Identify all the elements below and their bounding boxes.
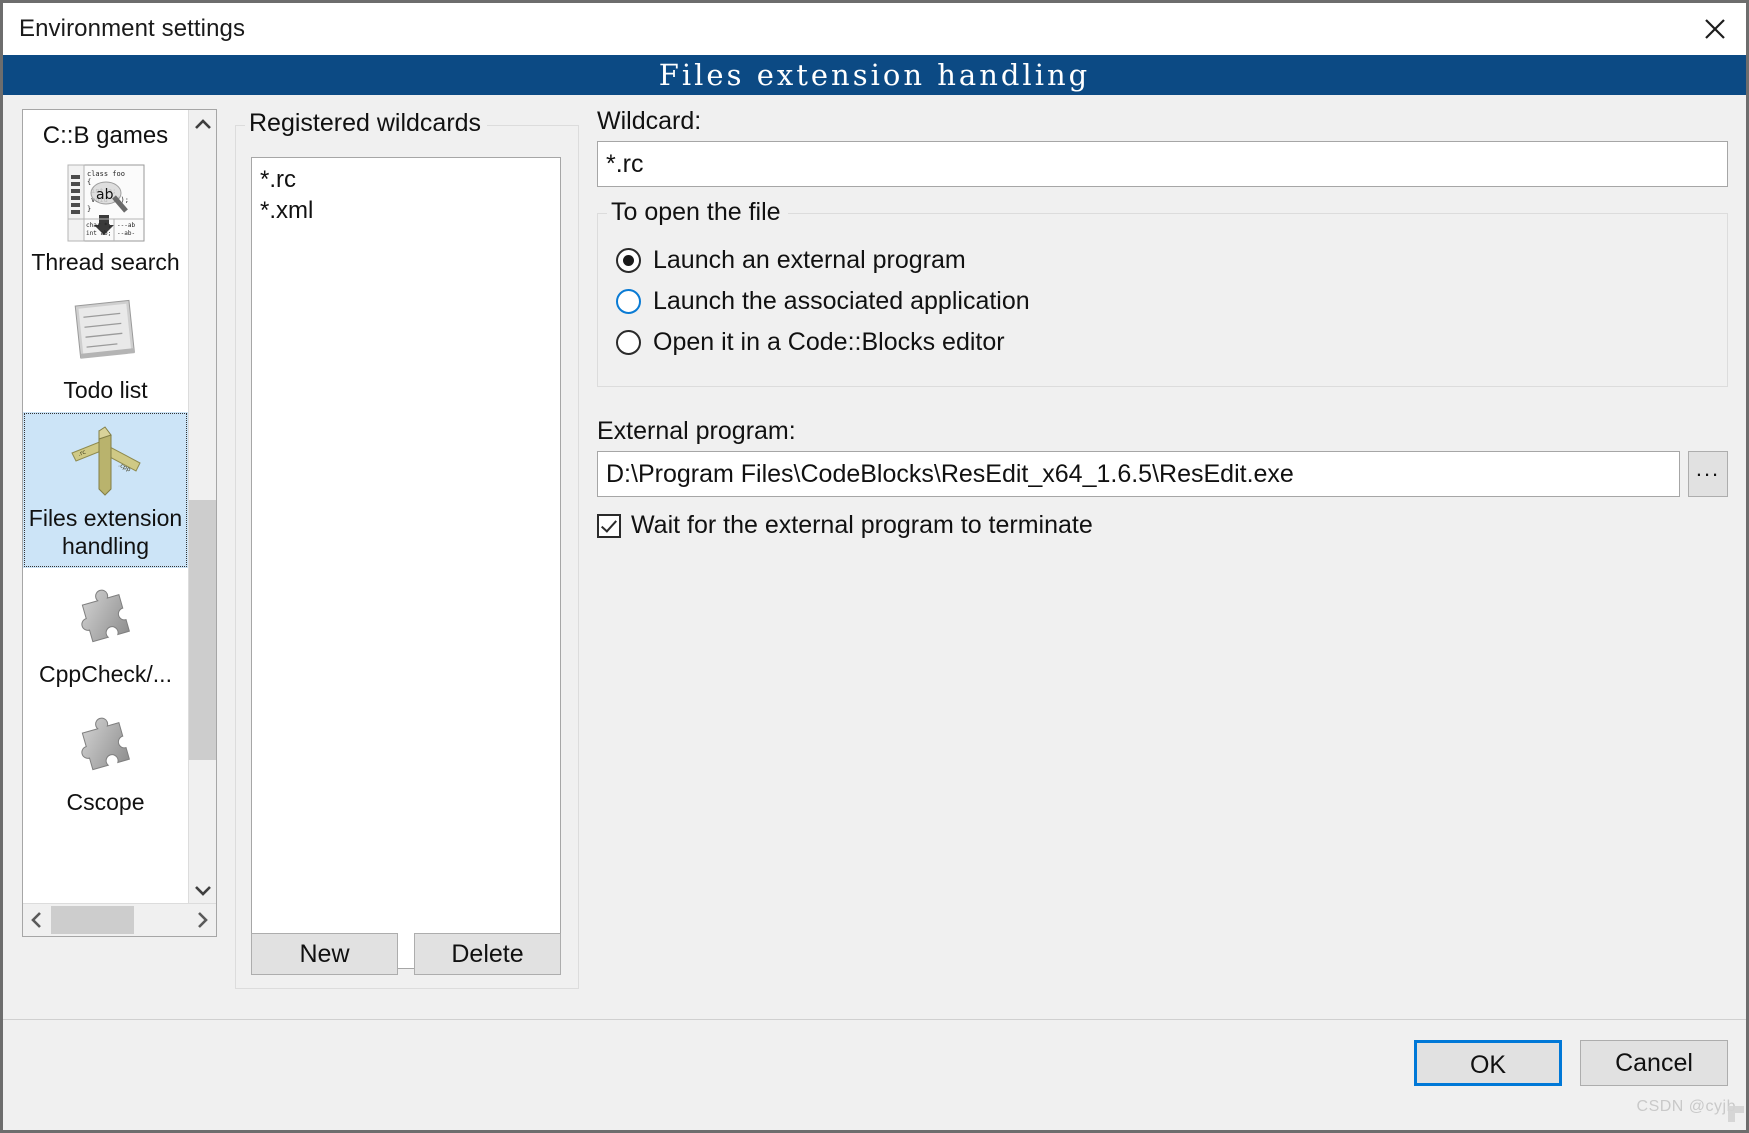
puzzle-piece-icon xyxy=(25,574,186,656)
window-title: Environment settings xyxy=(19,15,246,42)
chevron-left-icon[interactable] xyxy=(23,904,51,936)
radio-label: Launch an external program xyxy=(653,246,966,274)
category-list-horizontal-scrollbar[interactable] xyxy=(23,903,216,936)
dialog-footer: OK Cancel CSDN @cyjb xyxy=(3,1019,1746,1130)
settings-category-list[interactable]: C::B games class foo {f();} ab char *;… xyxy=(22,109,217,937)
thread-search-icon: class foo { int a; void f(); } ab xyxy=(25,162,186,244)
cancel-button[interactable]: Cancel xyxy=(1580,1040,1728,1086)
svg-text:--ab-: --ab- xyxy=(117,230,135,237)
radio-open-in-codeblocks-editor[interactable]: Open it in a Code::Blocks editor xyxy=(616,322,1727,363)
sidebar-item-cscope[interactable]: Cscope xyxy=(23,696,188,824)
puzzle-piece-icon xyxy=(25,702,186,784)
footer-buttons: OK Cancel xyxy=(1414,1040,1728,1086)
new-wildcard-button[interactable]: New xyxy=(251,933,398,975)
open-file-method-legend: To open the file xyxy=(607,198,788,227)
checkbox-indicator[interactable] xyxy=(597,513,621,538)
radio-launch-associated-application[interactable]: Launch the associated application xyxy=(616,281,1727,322)
todo-list-icon xyxy=(25,290,186,372)
sidebar-item-todo-list[interactable]: Todo list xyxy=(23,284,188,412)
radio-label: Open it in a Code::Blocks editor xyxy=(653,328,1005,356)
sidebar-item-label: Files extension handling xyxy=(28,505,183,559)
horizontal-scrollbar-thumb[interactable] xyxy=(51,906,134,934)
svg-text:}: } xyxy=(87,205,91,213)
registered-wildcards-legend: Registered wildcards xyxy=(245,109,488,138)
sidebar-item-label: Thread search xyxy=(31,249,180,275)
svg-text:char *;: char *; xyxy=(86,222,111,229)
chevron-right-icon[interactable] xyxy=(188,904,216,936)
radio-indicator[interactable] xyxy=(616,289,641,314)
environment-settings-dialog: Environment settings Files extension han… xyxy=(0,0,1749,1133)
category-group-title: C::B games xyxy=(42,122,169,149)
sidebar-item-files-extension-handling[interactable]: .rc .cpp Files extension handling xyxy=(23,412,188,568)
radio-launch-external-program[interactable]: Launch an external program xyxy=(616,240,1727,281)
external-program-input[interactable] xyxy=(597,451,1680,497)
category-list-vertical-scrollbar[interactable] xyxy=(189,110,216,905)
sidebar-item-label: Todo list xyxy=(63,377,148,403)
wildcard-details-pane: Wildcard: To open the file Launch an ext… xyxy=(597,107,1728,540)
browse-button[interactable]: ... xyxy=(1688,451,1728,497)
vertical-scrollbar-thumb[interactable] xyxy=(189,500,216,760)
wildcard-input[interactable] xyxy=(597,141,1728,187)
sidebar-item-label: Cscope xyxy=(66,789,145,815)
radio-indicator[interactable] xyxy=(616,248,641,273)
svg-text:---ab: ---ab xyxy=(117,222,135,229)
watermark-text: CSDN @cyjb xyxy=(1636,1098,1736,1115)
wildcards-listbox[interactable]: *.rc *.xml xyxy=(251,157,561,969)
open-file-method-group: To open the file Launch an external prog… xyxy=(597,198,1728,387)
chevron-up-icon[interactable] xyxy=(189,110,216,140)
svg-text:ab: ab xyxy=(96,187,114,203)
section-header-bar: Files extension handling xyxy=(3,55,1746,95)
title-bar: Environment settings xyxy=(3,3,1746,55)
sidebar-item-label: CppCheck/... xyxy=(39,661,172,687)
wildcards-buttons: New Delete xyxy=(251,933,561,975)
registered-wildcards-group: Registered wildcards *.rc *.xml New Dele… xyxy=(235,109,579,989)
dialog-body: C::B games class foo {f();} ab char *;… xyxy=(3,95,1746,1059)
svg-text:int ab;: int ab; xyxy=(86,230,111,237)
sidebar-item-thread-search[interactable]: class foo { int a; void f(); } ab xyxy=(23,156,188,284)
close-icon[interactable] xyxy=(1684,3,1746,55)
radio-indicator[interactable] xyxy=(616,330,641,355)
chevron-down-icon[interactable] xyxy=(189,875,216,905)
wildcard-field-label: Wildcard: xyxy=(597,107,702,135)
list-item[interactable]: *.rc xyxy=(260,164,552,195)
external-program-section: External program: ... Wait for the exter… xyxy=(597,417,1728,540)
section-title: Files extension handling xyxy=(658,58,1091,92)
external-program-row: ... xyxy=(597,451,1728,497)
radio-label: Launch the associated application xyxy=(653,287,1030,315)
wait-for-program-checkbox-row[interactable]: Wait for the external program to termina… xyxy=(597,511,1728,540)
watermark-blocks-icon xyxy=(1728,1106,1744,1122)
checkbox-label: Wait for the external program to termina… xyxy=(631,511,1093,539)
list-item[interactable]: *.xml xyxy=(260,195,552,226)
svg-text:{: { xyxy=(87,178,91,186)
files-extension-handling-icon: .rc .cpp xyxy=(25,418,186,500)
sidebar-item-cppcheck[interactable]: CppCheck/... xyxy=(23,568,188,696)
external-program-label: External program: xyxy=(597,417,796,445)
svg-text:class foo: class foo xyxy=(87,170,125,178)
ok-button[interactable]: OK xyxy=(1414,1040,1562,1086)
delete-wildcard-button[interactable]: Delete xyxy=(414,933,561,975)
category-list-canvas: C::B games class foo {f();} ab char *;… xyxy=(23,110,189,905)
